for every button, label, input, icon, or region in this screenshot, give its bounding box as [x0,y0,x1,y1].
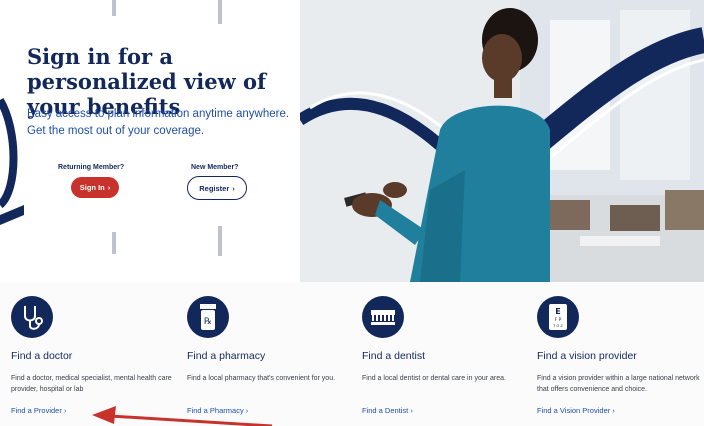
register-button-label: Register [199,183,230,193]
rx-symbol: ℞ [204,317,212,327]
hero-decorative-swoosh [0,97,24,225]
eye-chart-row: F P [555,317,562,323]
card-description: Find a local dentist or dental care in y… [362,375,506,382]
chevron-right-icon: › [410,406,413,415]
find-care-cards: Find a doctor Find a doctor, medical spe… [0,282,704,426]
find-pharmacy-link[interactable]: Find a Pharmacy › [187,406,248,415]
card-title: Find a doctor [11,350,73,362]
card-find-doctor: Find a doctor Find a doctor, medical spe… [0,282,172,426]
hero-text-panel: Sign in for a personalized view of your … [0,0,300,282]
card-description: Find a doctor, medical specialist, menta… [11,375,172,393]
returning-member-label: Returning Member? [58,164,125,171]
link-label: Find a Pharmacy [187,406,244,415]
link-label: Find a Dentist [362,406,409,415]
link-label: Find a Vision Provider [537,406,611,415]
decorative-bar [112,232,116,254]
sign-in-button[interactable]: Sign In › [71,177,119,198]
new-member-label: New Member? [191,164,239,171]
hero-photo [300,0,704,282]
toothbrush-icon [362,296,404,338]
chevron-right-icon: › [107,183,111,192]
card-find-dentist: Find a dentist Find a local dentist or d… [351,282,523,426]
page: Sign in for a personalized view of your … [0,0,704,426]
hero-subtitle-line-2: Get the most out of your coverage. [27,125,205,137]
card-find-vision: E F P T O Z Find a vision provider Find … [526,282,700,426]
eye-chart-row: T O Z [552,324,563,328]
decorative-bar [218,226,222,256]
decorative-bar [218,0,222,24]
sign-in-button-label: Sign In [79,183,105,192]
card-title: Find a vision provider [537,350,637,362]
card-title: Find a pharmacy [187,350,266,362]
chevron-right-icon: › [612,406,615,415]
chevron-right-icon: › [232,183,235,193]
decorative-bar [112,0,116,16]
card-find-pharmacy: ℞ Find a pharmacy Find a local pharmacy … [176,282,348,426]
eye-chart-icon: E F P T O Z [537,296,579,338]
link-label: Find a Provider [11,406,62,415]
chevron-right-icon: › [63,406,67,415]
pill-bottle-icon: ℞ [187,296,229,338]
card-title: Find a dentist [362,350,426,362]
hero-subtitle: Easy access to plan information anytime … [27,106,297,140]
card-description: Find a vision provider within a large na… [537,375,700,393]
find-provider-link[interactable]: Find a Provider › [11,406,66,415]
chevron-right-icon: › [245,406,249,415]
find-dentist-link[interactable]: Find a Dentist › [362,406,413,415]
hero-subtitle-line-1: Easy access to plan information anytime … [27,108,290,120]
register-button[interactable]: Register › [187,176,247,200]
find-vision-provider-link[interactable]: Find a Vision Provider › [537,406,615,415]
hero-banner: Sign in for a personalized view of your … [0,0,704,282]
eye-chart-letter: E [555,307,560,316]
stethoscope-icon [11,296,53,338]
card-description: Find a local pharmacy that's convenient … [187,375,336,382]
